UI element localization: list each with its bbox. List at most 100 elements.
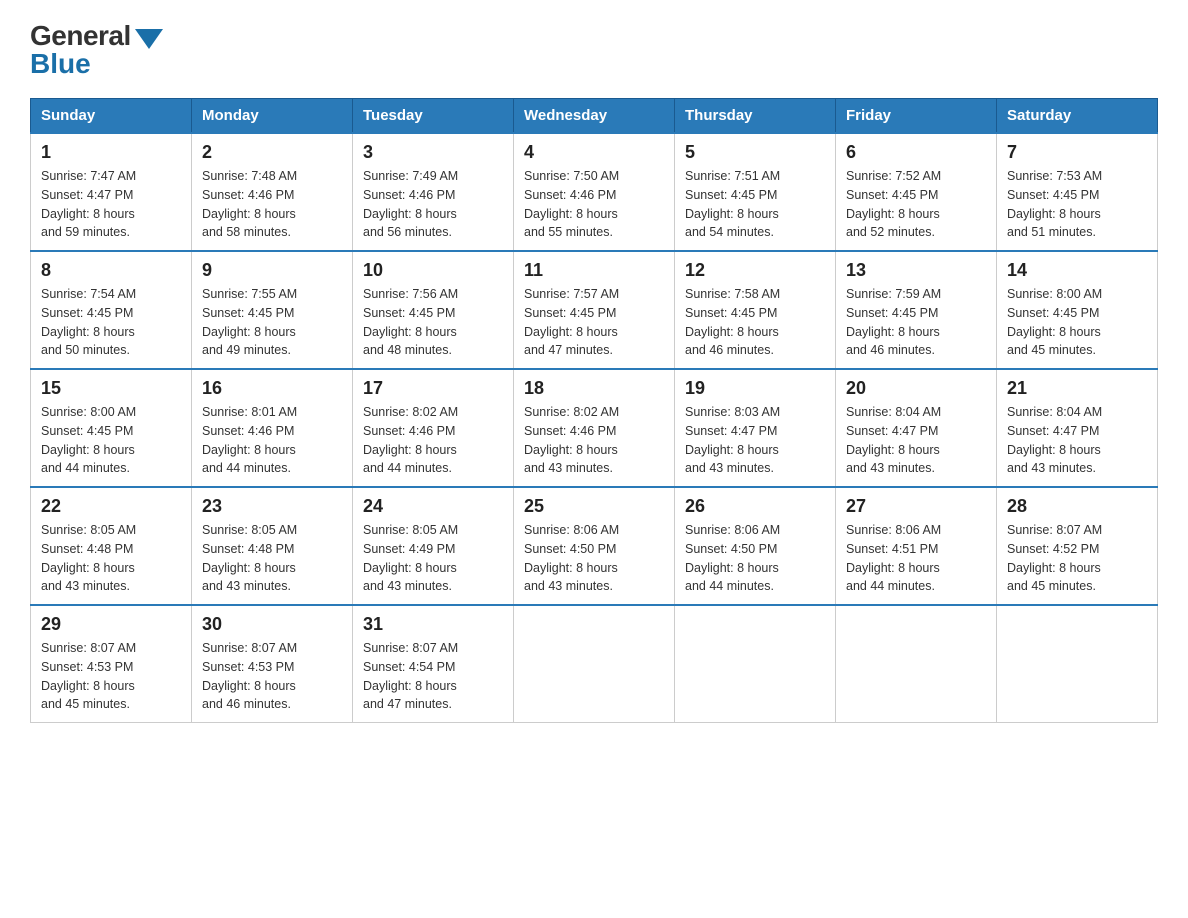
- calendar-cell: 22 Sunrise: 8:05 AM Sunset: 4:48 PM Dayl…: [31, 487, 192, 605]
- calendar-cell: 6 Sunrise: 7:52 AM Sunset: 4:45 PM Dayli…: [836, 133, 997, 251]
- col-header-monday: Monday: [192, 99, 353, 134]
- day-info: Sunrise: 7:47 AM Sunset: 4:47 PM Dayligh…: [41, 167, 181, 242]
- day-number: 24: [363, 496, 503, 517]
- day-info: Sunrise: 8:05 AM Sunset: 4:48 PM Dayligh…: [202, 521, 342, 596]
- day-info: Sunrise: 8:01 AM Sunset: 4:46 PM Dayligh…: [202, 403, 342, 478]
- calendar-cell: 1 Sunrise: 7:47 AM Sunset: 4:47 PM Dayli…: [31, 133, 192, 251]
- day-info: Sunrise: 7:57 AM Sunset: 4:45 PM Dayligh…: [524, 285, 664, 360]
- calendar-cell: 18 Sunrise: 8:02 AM Sunset: 4:46 PM Dayl…: [514, 369, 675, 487]
- calendar-cell: [514, 605, 675, 723]
- day-number: 14: [1007, 260, 1147, 281]
- day-number: 21: [1007, 378, 1147, 399]
- col-header-sunday: Sunday: [31, 99, 192, 134]
- calendar-cell: 23 Sunrise: 8:05 AM Sunset: 4:48 PM Dayl…: [192, 487, 353, 605]
- calendar-cell: 15 Sunrise: 8:00 AM Sunset: 4:45 PM Dayl…: [31, 369, 192, 487]
- day-number: 7: [1007, 142, 1147, 163]
- day-info: Sunrise: 7:56 AM Sunset: 4:45 PM Dayligh…: [363, 285, 503, 360]
- day-number: 10: [363, 260, 503, 281]
- day-number: 17: [363, 378, 503, 399]
- day-number: 30: [202, 614, 342, 635]
- calendar-cell: 26 Sunrise: 8:06 AM Sunset: 4:50 PM Dayl…: [675, 487, 836, 605]
- day-number: 6: [846, 142, 986, 163]
- day-info: Sunrise: 8:05 AM Sunset: 4:48 PM Dayligh…: [41, 521, 181, 596]
- calendar-cell: 16 Sunrise: 8:01 AM Sunset: 4:46 PM Dayl…: [192, 369, 353, 487]
- calendar-cell: 12 Sunrise: 7:58 AM Sunset: 4:45 PM Dayl…: [675, 251, 836, 369]
- day-number: 23: [202, 496, 342, 517]
- day-number: 11: [524, 260, 664, 281]
- logo-arrow-icon: [135, 29, 163, 49]
- calendar-week-row: 15 Sunrise: 8:00 AM Sunset: 4:45 PM Dayl…: [31, 369, 1158, 487]
- calendar-week-row: 1 Sunrise: 7:47 AM Sunset: 4:47 PM Dayli…: [31, 133, 1158, 251]
- day-info: Sunrise: 8:07 AM Sunset: 4:53 PM Dayligh…: [41, 639, 181, 714]
- day-info: Sunrise: 7:59 AM Sunset: 4:45 PM Dayligh…: [846, 285, 986, 360]
- day-number: 12: [685, 260, 825, 281]
- calendar-cell: 25 Sunrise: 8:06 AM Sunset: 4:50 PM Dayl…: [514, 487, 675, 605]
- day-info: Sunrise: 7:55 AM Sunset: 4:45 PM Dayligh…: [202, 285, 342, 360]
- day-number: 27: [846, 496, 986, 517]
- calendar-cell: [997, 605, 1158, 723]
- calendar-cell: 20 Sunrise: 8:04 AM Sunset: 4:47 PM Dayl…: [836, 369, 997, 487]
- calendar-cell: 3 Sunrise: 7:49 AM Sunset: 4:46 PM Dayli…: [353, 133, 514, 251]
- calendar-cell: [675, 605, 836, 723]
- logo-blue-text: Blue: [30, 48, 91, 80]
- logo: General Blue: [30, 20, 163, 80]
- day-number: 2: [202, 142, 342, 163]
- day-number: 28: [1007, 496, 1147, 517]
- day-number: 5: [685, 142, 825, 163]
- calendar-cell: 21 Sunrise: 8:04 AM Sunset: 4:47 PM Dayl…: [997, 369, 1158, 487]
- calendar-cell: 10 Sunrise: 7:56 AM Sunset: 4:45 PM Dayl…: [353, 251, 514, 369]
- day-number: 25: [524, 496, 664, 517]
- day-info: Sunrise: 8:04 AM Sunset: 4:47 PM Dayligh…: [1007, 403, 1147, 478]
- day-info: Sunrise: 7:49 AM Sunset: 4:46 PM Dayligh…: [363, 167, 503, 242]
- day-number: 16: [202, 378, 342, 399]
- day-info: Sunrise: 8:07 AM Sunset: 4:53 PM Dayligh…: [202, 639, 342, 714]
- day-number: 29: [41, 614, 181, 635]
- calendar-cell: 5 Sunrise: 7:51 AM Sunset: 4:45 PM Dayli…: [675, 133, 836, 251]
- calendar-cell: 30 Sunrise: 8:07 AM Sunset: 4:53 PM Dayl…: [192, 605, 353, 723]
- day-info: Sunrise: 8:07 AM Sunset: 4:54 PM Dayligh…: [363, 639, 503, 714]
- calendar-cell: 28 Sunrise: 8:07 AM Sunset: 4:52 PM Dayl…: [997, 487, 1158, 605]
- day-info: Sunrise: 8:02 AM Sunset: 4:46 PM Dayligh…: [363, 403, 503, 478]
- day-info: Sunrise: 7:52 AM Sunset: 4:45 PM Dayligh…: [846, 167, 986, 242]
- day-info: Sunrise: 7:50 AM Sunset: 4:46 PM Dayligh…: [524, 167, 664, 242]
- day-number: 4: [524, 142, 664, 163]
- day-number: 31: [363, 614, 503, 635]
- day-number: 9: [202, 260, 342, 281]
- day-info: Sunrise: 8:00 AM Sunset: 4:45 PM Dayligh…: [1007, 285, 1147, 360]
- day-info: Sunrise: 8:00 AM Sunset: 4:45 PM Dayligh…: [41, 403, 181, 478]
- day-number: 26: [685, 496, 825, 517]
- col-header-saturday: Saturday: [997, 99, 1158, 134]
- day-number: 1: [41, 142, 181, 163]
- day-info: Sunrise: 8:06 AM Sunset: 4:50 PM Dayligh…: [524, 521, 664, 596]
- calendar-week-row: 22 Sunrise: 8:05 AM Sunset: 4:48 PM Dayl…: [31, 487, 1158, 605]
- day-number: 13: [846, 260, 986, 281]
- day-info: Sunrise: 8:06 AM Sunset: 4:51 PM Dayligh…: [846, 521, 986, 596]
- day-info: Sunrise: 7:54 AM Sunset: 4:45 PM Dayligh…: [41, 285, 181, 360]
- header-row: Sunday Monday Tuesday Wednesday Thursday…: [31, 99, 1158, 134]
- col-header-tuesday: Tuesday: [353, 99, 514, 134]
- day-number: 22: [41, 496, 181, 517]
- calendar-cell: 14 Sunrise: 8:00 AM Sunset: 4:45 PM Dayl…: [997, 251, 1158, 369]
- day-number: 18: [524, 378, 664, 399]
- page-header: General Blue: [30, 20, 1158, 80]
- day-number: 3: [363, 142, 503, 163]
- calendar-cell: [836, 605, 997, 723]
- calendar-cell: 8 Sunrise: 7:54 AM Sunset: 4:45 PM Dayli…: [31, 251, 192, 369]
- day-info: Sunrise: 7:53 AM Sunset: 4:45 PM Dayligh…: [1007, 167, 1147, 242]
- calendar-cell: 19 Sunrise: 8:03 AM Sunset: 4:47 PM Dayl…: [675, 369, 836, 487]
- col-header-friday: Friday: [836, 99, 997, 134]
- calendar-cell: 24 Sunrise: 8:05 AM Sunset: 4:49 PM Dayl…: [353, 487, 514, 605]
- day-number: 20: [846, 378, 986, 399]
- col-header-wednesday: Wednesday: [514, 99, 675, 134]
- day-number: 19: [685, 378, 825, 399]
- day-info: Sunrise: 8:07 AM Sunset: 4:52 PM Dayligh…: [1007, 521, 1147, 596]
- calendar-cell: 7 Sunrise: 7:53 AM Sunset: 4:45 PM Dayli…: [997, 133, 1158, 251]
- day-info: Sunrise: 8:02 AM Sunset: 4:46 PM Dayligh…: [524, 403, 664, 478]
- day-info: Sunrise: 8:04 AM Sunset: 4:47 PM Dayligh…: [846, 403, 986, 478]
- calendar-week-row: 8 Sunrise: 7:54 AM Sunset: 4:45 PM Dayli…: [31, 251, 1158, 369]
- day-info: Sunrise: 7:48 AM Sunset: 4:46 PM Dayligh…: [202, 167, 342, 242]
- calendar-week-row: 29 Sunrise: 8:07 AM Sunset: 4:53 PM Dayl…: [31, 605, 1158, 723]
- calendar-cell: 27 Sunrise: 8:06 AM Sunset: 4:51 PM Dayl…: [836, 487, 997, 605]
- day-number: 15: [41, 378, 181, 399]
- col-header-thursday: Thursday: [675, 99, 836, 134]
